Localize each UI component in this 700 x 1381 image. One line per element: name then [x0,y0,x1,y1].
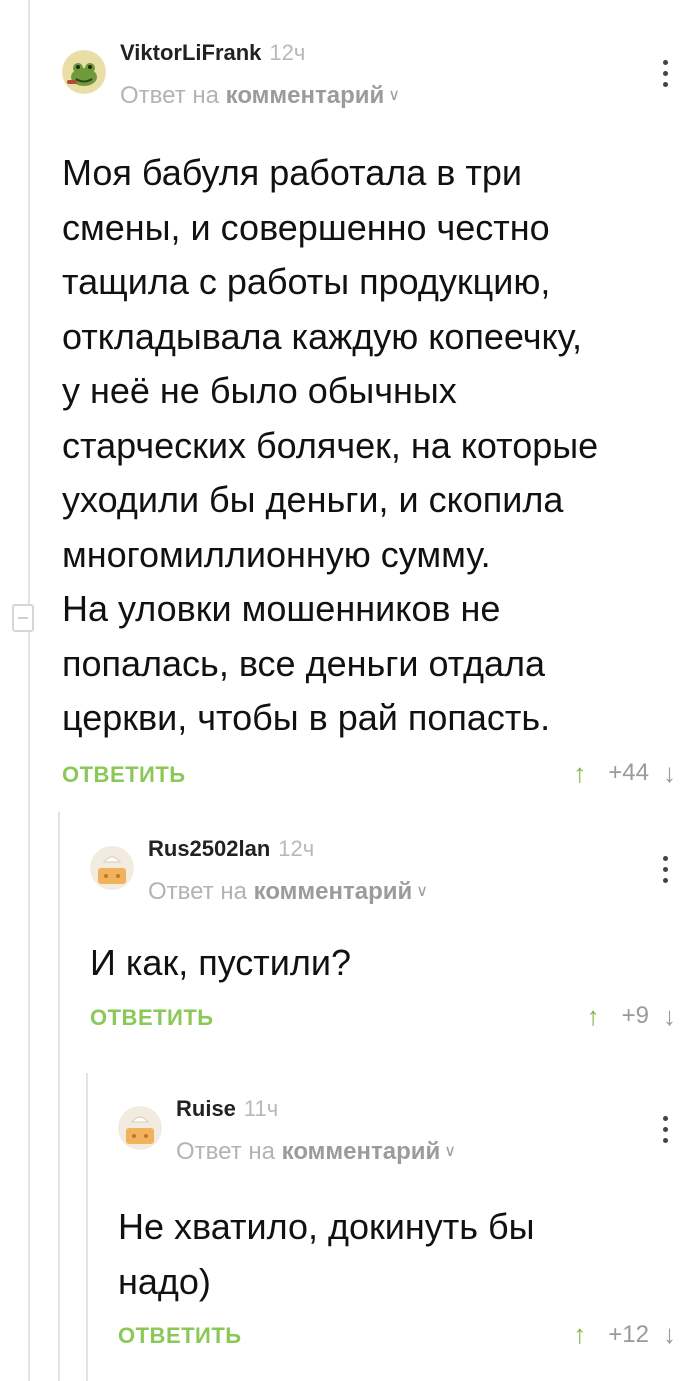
avatar[interactable] [62,50,106,94]
avatar[interactable] [90,846,134,890]
frog-avatar-icon [62,50,106,94]
comment-header: Rus2502lan 12ч Ответ на комментарий ∨ [90,836,676,910]
rating: ↑ +44 ↓ [573,758,676,789]
arrow-up-icon[interactable]: ↑ [573,758,586,789]
comment-text: Моя бабуля работала в три смены, и совер… [62,152,599,738]
rating: ↑ +12 ↓ [573,1319,676,1350]
reply-button[interactable]: ОТВЕТИТЬ [118,1323,242,1349]
username[interactable]: Rus2502lan 12ч [148,836,314,862]
comment-time: 12ч [278,836,315,861]
more-vertical-icon[interactable] [656,58,676,90]
arrow-down-icon[interactable]: ↓ [663,1001,676,1032]
arrow-down-icon[interactable]: ↓ [663,758,676,789]
comment-header: ViktorLiFrank 12ч Ответ на комментарий ∨ [62,40,676,114]
chevron-down-icon: ∨ [388,87,401,104]
comment-text: И как, пустили? [90,942,352,983]
more-vertical-icon[interactable] [656,1114,676,1146]
thread-line-level-2 [86,1073,88,1381]
comment-header: Ruise 11ч Ответ на комментарий ∨ [118,1096,676,1170]
thread-line-root [28,0,30,1381]
more-vertical-icon[interactable] [656,854,676,886]
collapse-thread-button[interactable] [12,604,34,632]
rating-value: +12 [608,1320,649,1348]
comment-actions: ОТВЕТИТЬ ↑ +9 ↓ [90,1001,676,1045]
arrow-up-icon[interactable]: ↑ [573,1319,586,1350]
comment-actions: ОТВЕТИТЬ ↑ +12 ↓ [118,1319,676,1363]
reply-to-link[interactable]: Ответ на комментарий ∨ [120,82,400,110]
comment-rus2502lan: Rus2502lan 12ч Ответ на комментарий ∨ И ка… [90,836,676,1045]
thread-line-level-1 [58,812,60,1381]
comment-time: 12ч [269,40,306,65]
reply-to-link[interactable]: Ответ на комментарий ∨ [176,1138,456,1166]
reply-button[interactable]: ОТВЕТИТЬ [62,762,186,788]
comment-text: Не хватило, докинуть бы надо) [118,1206,535,1302]
username[interactable]: Ruise 11ч [176,1096,278,1122]
comment-ruise: Ruise 11ч Ответ на комментарий ∨ Не хватил… [118,1096,676,1363]
chevron-down-icon: ∨ [444,1143,457,1160]
comment-viktorlifrank: ViktorLiFrank 12ч Ответ на комментарий ∨ М… [62,40,676,802]
avatar[interactable] [118,1106,162,1150]
rating-value: +44 [608,759,649,786]
username[interactable]: ViktorLiFrank 12ч [120,40,305,66]
default-avatar-icon [118,1106,162,1150]
rating-value: +9 [621,1002,649,1029]
chevron-down-icon: ∨ [416,883,429,900]
rating: ↑ +9 ↓ [587,1001,676,1032]
arrow-up-icon[interactable]: ↑ [587,1001,600,1032]
reply-button[interactable]: ОТВЕТИТЬ [90,1005,214,1031]
comment-time: 11ч [243,1096,279,1121]
reply-to-link[interactable]: Ответ на комментарий ∨ [148,878,428,906]
comment-actions: ОТВЕТИТЬ ↑ +44 ↓ [62,758,676,802]
default-avatar-icon [90,846,134,890]
arrow-down-icon[interactable]: ↓ [663,1319,676,1350]
